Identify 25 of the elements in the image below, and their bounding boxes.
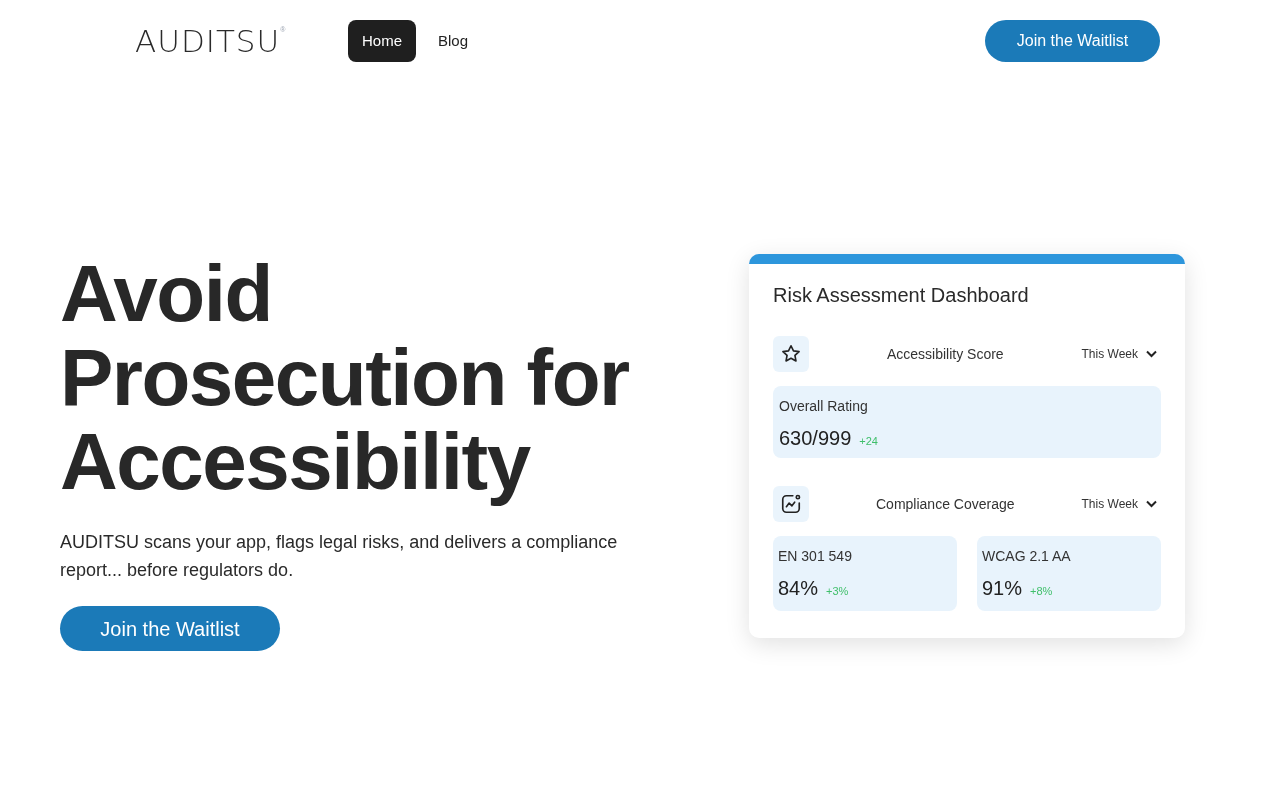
metric-change: +3% <box>826 584 849 599</box>
metric-value: 91% <box>982 576 1023 601</box>
metric-change: +8% <box>1030 584 1053 599</box>
waitlist-button[interactable]: Join the Waitlist <box>60 606 280 651</box>
chart-icon <box>780 493 802 515</box>
metric-value: 84% <box>778 576 819 601</box>
waitlist-button[interactable]: Join the Waitlist <box>985 20 1160 62</box>
section-label: Accessibility Score <box>885 344 1005 364</box>
metric-label: Overall Rating <box>779 397 868 416</box>
metric-change: +24 <box>859 434 878 449</box>
star-icon <box>780 343 802 365</box>
nav-link[interactable]: Blog <box>420 19 487 63</box>
hero-heading: Avoid Prosecution for Accessibility <box>60 252 630 504</box>
logo-text: AUDITSU <box>135 25 281 57</box>
metric-label: EN 301 549 <box>778 547 852 566</box>
dashboard-title: Risk Assessment Dashboard <box>773 283 1030 308</box>
chevron-down-icon <box>1146 350 1157 358</box>
period-dropdown[interactable]: This Week <box>1081 495 1157 513</box>
period-dropdown[interactable]: This Week <box>1081 345 1157 363</box>
hero-description: AUDITSU scans your app, flags legal risks, and delivers a compliance report... before regulators do. <box>60 531 619 582</box>
metric-label: WCAG 2.1 AA <box>982 547 1071 566</box>
chevron-down-icon <box>1146 500 1157 508</box>
nav-link[interactable]: Home <box>348 19 416 63</box>
section-label: Compliance Coverage <box>875 494 1016 514</box>
metric-value: 630/999 <box>779 426 852 451</box>
